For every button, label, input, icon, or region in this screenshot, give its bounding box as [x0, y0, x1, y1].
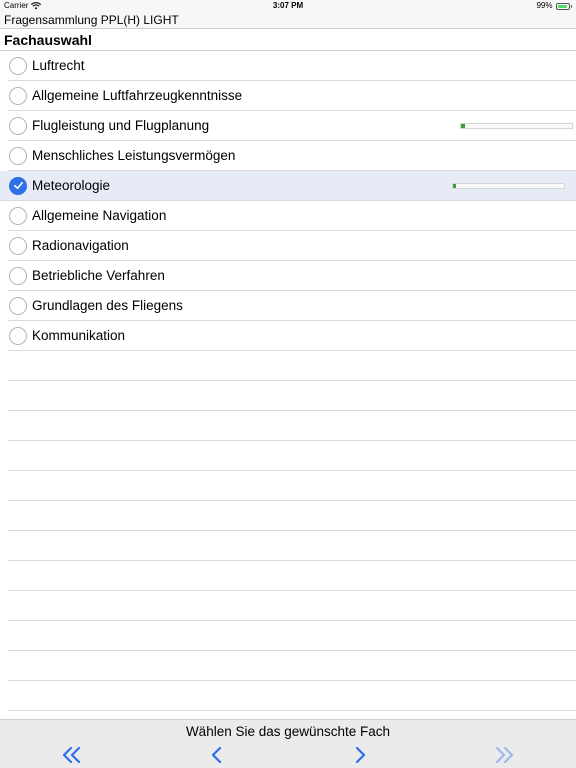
subject-row-content: Allgemeine Luftfahrzeugkenntnisse [8, 81, 576, 110]
empty-row [8, 621, 576, 651]
last-page-button[interactable] [492, 745, 516, 765]
checkmark-circle-icon[interactable] [9, 176, 27, 195]
subject-row[interactable]: Luftrecht [8, 51, 576, 81]
progress-bar [452, 183, 565, 189]
subject-label: Kommunikation [32, 328, 126, 343]
radio-circle-icon[interactable] [9, 326, 27, 345]
empty-row [8, 381, 576, 411]
status-right: 99% [536, 0, 572, 12]
radio-circle-icon[interactable] [9, 116, 27, 135]
battery-percent: 99% [536, 1, 553, 10]
status-bar: Carrier 3:07 PM 99% [0, 0, 576, 12]
subject-label: Menschliches Leistungsvermögen [32, 148, 236, 163]
chevron-left-icon [211, 746, 222, 764]
chevron-right-icon [355, 746, 366, 764]
status-time: 3:07 PM [272, 1, 304, 10]
battery-icon [555, 2, 572, 10]
subject-label: Meteorologie [32, 178, 111, 193]
subject-row[interactable]: Allgemeine Luftfahrzeugkenntnisse [8, 81, 576, 111]
subject-label: Grundlagen des Fliegens [32, 298, 183, 313]
progress-bar [460, 123, 573, 129]
radio-circle-icon[interactable] [9, 146, 27, 165]
bottom-toolbar: Wählen Sie das gewünschte Fach [0, 719, 576, 768]
subject-label: Betriebliche Verfahren [32, 268, 165, 283]
empty-row [8, 591, 576, 621]
subject-row[interactable]: Menschliches Leistungsvermögen [8, 141, 576, 171]
empty-row [8, 561, 576, 591]
next-page-button[interactable] [348, 745, 372, 765]
empty-row [8, 471, 576, 501]
subject-row[interactable]: Betriebliche Verfahren [8, 261, 576, 291]
subject-row-content: Grundlagen des Fliegens [8, 291, 576, 320]
selection-prompt: Wählen Sie das gewünschte Fach [185, 724, 391, 739]
radio-circle-icon[interactable] [9, 236, 27, 255]
subject-label: Luftrecht [32, 58, 85, 73]
radio-circle-icon[interactable] [9, 86, 27, 105]
subject-row-content: Kommunikation [8, 321, 576, 350]
subject-row-content: Allgemeine Navigation [8, 201, 576, 230]
subject-row[interactable]: Flugleistung und Flugplanung [8, 111, 576, 141]
progress-fill [453, 184, 457, 188]
subject-label: Allgemeine Navigation [32, 208, 167, 223]
empty-row [8, 441, 576, 471]
subject-row-content: Luftrecht [8, 51, 576, 80]
radio-circle-icon[interactable] [9, 56, 27, 75]
radio-circle-icon[interactable] [9, 296, 27, 315]
subject-row-content: Menschliches Leistungsvermögen [8, 141, 576, 170]
empty-row [8, 651, 576, 681]
subject-label: Radionavigation [32, 238, 129, 253]
section-header: Fachauswahl [0, 29, 576, 51]
subject-row[interactable]: Allgemeine Navigation [8, 201, 576, 231]
empty-row [8, 351, 576, 381]
empty-row [8, 501, 576, 531]
subject-row-content: Betriebliche Verfahren [8, 261, 576, 290]
double-chevron-right-icon [495, 746, 514, 764]
subject-row[interactable]: Grundlagen des Fliegens [8, 291, 576, 321]
empty-row [8, 411, 576, 441]
app-title: Fragensammlung PPL(H) LIGHT [0, 12, 576, 29]
radio-circle-icon[interactable] [9, 206, 27, 225]
previous-page-button[interactable] [204, 745, 228, 765]
subject-label: Allgemeine Luftfahrzeugkenntnisse [32, 88, 243, 103]
subject-row[interactable]: Meteorologie [0, 171, 576, 201]
radio-circle-icon[interactable] [9, 266, 27, 285]
first-page-button[interactable] [60, 745, 84, 765]
subject-label: Flugleistung und Flugplanung [32, 118, 210, 133]
subject-row-content: Radionavigation [8, 231, 576, 260]
empty-row [8, 681, 576, 711]
subject-list: Luftrecht Allgemeine Luftfahrzeugkenntnis… [0, 51, 576, 711]
double-chevron-left-icon [62, 746, 81, 764]
subject-row[interactable]: Radionavigation [8, 231, 576, 261]
progress-fill [461, 124, 466, 128]
subject-row[interactable]: Kommunikation [8, 321, 576, 351]
empty-row [8, 531, 576, 561]
